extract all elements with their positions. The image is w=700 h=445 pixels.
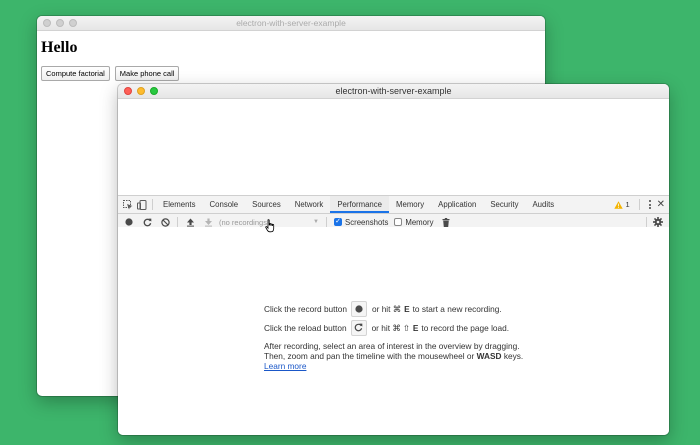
instruction-text: keys. <box>503 351 524 361</box>
make-phone-call-button[interactable]: Make phone call <box>114 66 180 81</box>
record-icon <box>355 304 363 313</box>
shortcut-key: E <box>412 322 419 333</box>
divider <box>646 216 647 228</box>
reload-icon <box>143 218 151 226</box>
maximize-button[interactable] <box>69 19 77 27</box>
memory-checkbox[interactable]: Memory <box>394 217 434 227</box>
instruction-text: or hit ⌘ <box>372 303 402 314</box>
trash-icon <box>442 217 450 227</box>
memory-label: Memory <box>405 217 434 227</box>
instruction-paragraph: After recording, select an area of inter… <box>264 341 523 371</box>
tab-elements[interactable]: Elements <box>156 196 203 213</box>
divider <box>152 199 153 210</box>
window-title: electron-with-server-example <box>335 86 452 96</box>
devtools-window: electron-with-server-example Elements Co… <box>118 84 669 435</box>
reload-button-inline[interactable] <box>350 319 367 336</box>
shortcut-key: E <box>404 303 410 314</box>
warnings-counter[interactable]: 1 <box>614 200 630 209</box>
shortcut-keys: WASD <box>476 351 502 361</box>
button-row: Compute factorial Make phone call <box>41 66 180 81</box>
back-window-titlebar[interactable]: electron-with-server-example <box>37 16 545 31</box>
instruction-text: Click the reload button <box>264 322 347 333</box>
performance-landing-panel: Click the record button or hit ⌘ E to st… <box>118 227 669 435</box>
devtools-tabbar: Elements Console Sources Network Perform… <box>118 195 669 214</box>
learn-more-link[interactable]: Learn more <box>264 361 523 371</box>
devtools-window-titlebar[interactable]: electron-with-server-example <box>118 84 669 99</box>
download-icon <box>204 218 212 227</box>
compute-factorial-button[interactable]: Compute factorial <box>41 66 110 81</box>
more-options-icon[interactable] <box>648 200 651 209</box>
window-controls <box>43 19 77 27</box>
close-button[interactable] <box>43 19 51 27</box>
tab-console[interactable]: Console <box>203 196 246 213</box>
divider <box>326 216 327 228</box>
instruction-text: or hit ⌘ ⇧ <box>371 322 410 333</box>
page-viewport <box>118 99 669 195</box>
landing-instructions: Click the record button or hit ⌘ E to st… <box>264 299 523 371</box>
warning-count: 1 <box>625 200 630 209</box>
device-toolbar-icon[interactable] <box>135 196 149 213</box>
upload-icon <box>186 218 194 227</box>
tab-audits[interactable]: Audits <box>525 196 561 213</box>
tab-application[interactable]: Application <box>431 196 483 213</box>
checkbox-unchecked-icon <box>394 218 403 226</box>
divider <box>638 199 640 210</box>
tab-memory[interactable]: Memory <box>389 196 431 213</box>
screenshots-checkbox[interactable]: ✓ Screenshots <box>334 218 388 227</box>
maximize-button[interactable] <box>150 87 158 95</box>
instruction-text: Click the record button <box>264 303 348 314</box>
instruction-text: to record the page load. <box>421 322 510 333</box>
minimize-button[interactable] <box>137 87 145 95</box>
record-button-inline[interactable] <box>351 300 368 317</box>
tabbar-right-controls: 1 ✕ <box>614 196 665 213</box>
minimize-button[interactable] <box>56 19 64 27</box>
close-devtools-icon[interactable]: ✕ <box>657 199 665 210</box>
window-controls <box>124 87 158 95</box>
tab-performance[interactable]: Performance <box>330 196 389 213</box>
tab-sources[interactable]: Sources <box>245 196 288 213</box>
reload-icon <box>354 323 363 332</box>
hand-cursor-icon <box>265 219 275 233</box>
clear-icon <box>160 217 170 227</box>
instruction-line: Then, zoom and pan the timeline with the… <box>264 351 523 361</box>
warning-icon <box>614 200 624 209</box>
close-button[interactable] <box>124 87 132 95</box>
instruction-text: to start a new recording. <box>412 303 502 314</box>
tab-network[interactable]: Network <box>288 196 331 213</box>
reload-instruction: Click the reload button or hit ⌘ ⇧ E to … <box>264 318 523 337</box>
record-icon <box>125 218 133 226</box>
window-title: electron-with-server-example <box>236 18 346 28</box>
page-heading: Hello <box>41 39 78 56</box>
record-instruction: Click the record button or hit ⌘ E to st… <box>264 299 523 318</box>
instruction-text: Then, zoom and pan the timeline with the… <box>264 351 475 361</box>
instruction-text: After recording, select an area of inter… <box>264 341 520 351</box>
divider <box>177 216 178 228</box>
dropdown-arrow-icon: ▼ <box>313 219 319 225</box>
gear-icon <box>653 217 663 227</box>
checkbox-checked-icon: ✓ <box>334 218 342 226</box>
tab-security[interactable]: Security <box>483 196 525 213</box>
recordings-placeholder: (no recordings) <box>219 217 270 227</box>
screenshots-label: Screenshots <box>345 217 389 227</box>
inspect-element-icon[interactable] <box>121 196 135 213</box>
